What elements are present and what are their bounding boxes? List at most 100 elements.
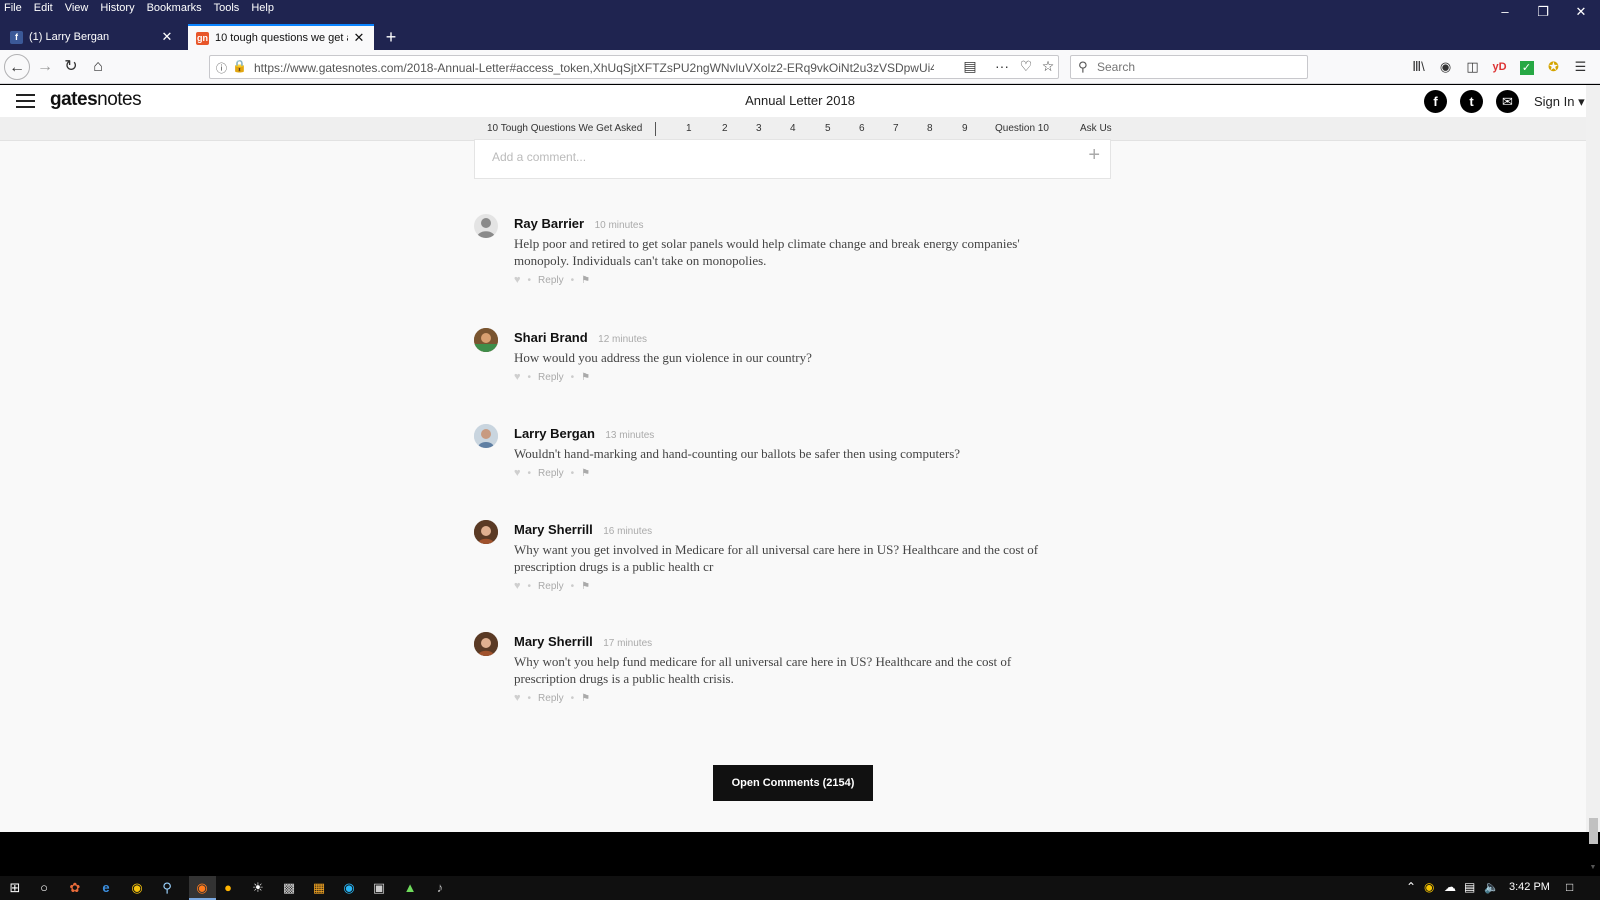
reader-view-icon[interactable]: ▤ [960,58,980,75]
back-button[interactable]: ← [4,54,30,80]
like-heart-icon[interactable]: ♥ [514,371,521,383]
page-actions-icon[interactable]: ··· [992,58,1012,74]
like-heart-icon[interactable]: ♥ [514,692,521,704]
firefox-icon[interactable]: ◉ [194,880,210,896]
extension-icon[interactable]: ✪ [1540,57,1567,77]
new-tab-button[interactable]: + [380,26,402,48]
reply-link[interactable]: Reply [538,693,564,704]
menu-view[interactable]: View [59,0,95,18]
close-tab-icon[interactable]: ✕ [160,29,174,45]
chapter-8[interactable]: 8 [927,123,933,134]
package-app-icon[interactable]: ▦ [311,880,327,896]
chapter-3[interactable]: 3 [756,123,762,134]
url-bar[interactable]: ⓘ 🔒 https://www.gatesnotes.com/2018-Annu… [209,55,1059,79]
action-center-icon[interactable]: □ [1566,880,1573,894]
chapter-2[interactable]: 2 [722,123,728,134]
reply-link[interactable]: Reply [538,372,564,383]
search-box[interactable]: ⚲ [1070,55,1308,79]
search-input[interactable] [1097,59,1297,75]
reply-link[interactable]: Reply [538,581,564,592]
reload-button[interactable]: ↻ [58,54,84,80]
taskbar-clock[interactable]: 3:42 PM [1509,881,1550,893]
avatar[interactable] [474,520,498,544]
tab-larry-bergan[interactable]: f (1) Larry Bergan ✕ [2,24,182,50]
chapter-6[interactable]: 6 [859,123,865,134]
like-heart-icon[interactable]: ♥ [514,467,521,479]
sidebar-icon[interactable]: ◫ [1459,57,1486,77]
home-icon[interactable]: ⌂ [85,54,111,80]
close-tab-icon[interactable]: ✕ [352,30,366,46]
site-logo[interactable]: gatesnotes [50,89,142,111]
minimize-button[interactable]: – [1486,0,1524,24]
pocket-icon[interactable]: ♡ [1016,58,1036,75]
menu-edit[interactable]: Edit [28,0,59,18]
page-scrollbar[interactable] [1586,85,1600,832]
chapter-7[interactable]: 7 [893,123,899,134]
avatar[interactable] [474,214,498,238]
chapter-5[interactable]: 5 [825,123,831,134]
flag-icon[interactable]: ⚑ [581,581,590,592]
windows-start-icon[interactable]: ⊞ [7,880,23,896]
chapter-ask-us[interactable]: Ask Us [1080,123,1112,134]
sync-icon[interactable]: ◉ [1432,57,1459,77]
skype-app-icon[interactable]: ◉ [341,880,357,896]
chapter-nav-title[interactable]: 10 Tough Questions We Get Asked [487,123,642,134]
chapter-9[interactable]: 9 [962,123,968,134]
paint-app-icon[interactable]: ✿ [67,880,83,896]
close-window-button[interactable]: ✕ [1562,0,1600,24]
youtube-downloader-icon[interactable]: yD [1486,57,1513,77]
flag-icon[interactable]: ⚑ [581,372,590,383]
menu-icon[interactable]: ☰ [1567,57,1594,77]
email-icon[interactable]: ✉ [1496,90,1519,113]
comment-author[interactable]: Ray Barrier [514,216,584,231]
hamburger-menu-icon[interactable] [16,94,35,108]
comment-author[interactable]: Mary Sherrill [514,522,593,537]
reply-link[interactable]: Reply [538,275,564,286]
scroll-down-icon[interactable]: ▼ [1586,864,1600,871]
cortana-icon[interactable]: ○ [36,880,52,896]
brightness-app-icon[interactable]: ☀ [250,880,266,896]
volume-icon[interactable]: 🔈 [1484,880,1499,894]
checkmark-extension-icon[interactable]: ✓ [1513,57,1540,77]
comment-author[interactable]: Shari Brand [514,330,588,345]
reply-link[interactable]: Reply [538,468,564,479]
tray-chevron-icon[interactable]: ⌃ [1406,880,1416,894]
lock-icon[interactable]: 🔒 [232,59,247,73]
bookmark-star-icon[interactable]: ☆ [1038,58,1058,75]
avatar[interactable] [474,424,498,448]
menu-help[interactable]: Help [245,0,280,18]
chapter-question-10[interactable]: Question 10 [995,123,1049,134]
menu-history[interactable]: History [94,0,140,18]
info-icon[interactable]: ⓘ [216,60,227,76]
add-comment-plus-icon[interactable]: + [1088,144,1100,167]
chapter-4[interactable]: 4 [790,123,796,134]
flag-icon[interactable]: ⚑ [581,693,590,704]
menu-bookmarks[interactable]: Bookmarks [141,0,208,18]
tab-gatesnotes[interactable]: gn 10 tough questions we get ask ✕ [188,24,374,50]
avatar[interactable] [474,328,498,352]
flag-icon[interactable]: ⚑ [581,468,590,479]
app-icon[interactable]: ● [220,880,236,896]
comment-author[interactable]: Larry Bergan [514,426,595,441]
scrollbar-thumb[interactable] [1589,818,1598,844]
menu-tools[interactable]: Tools [208,0,246,18]
like-heart-icon[interactable]: ♥ [514,274,521,286]
chapter-1[interactable]: 1 [686,123,692,134]
twitter-icon[interactable]: t [1460,90,1483,113]
library-icon[interactable]: Ⅲ\ [1405,57,1432,77]
chart-app-icon[interactable]: ▲ [402,880,418,896]
avatar[interactable] [474,632,498,656]
chrome-icon[interactable]: ◉ [129,880,145,896]
open-comments-button[interactable]: Open Comments (2154) [713,765,873,801]
network-icon[interactable]: ▤ [1464,880,1475,894]
tray-shield-icon[interactable]: ◉ [1424,880,1434,894]
add-comment-box[interactable]: Add a comment... + [474,139,1111,179]
comment-author[interactable]: Mary Sherrill [514,634,593,649]
like-heart-icon[interactable]: ♥ [514,580,521,592]
search-app-icon[interactable]: ⚲ [159,880,175,896]
facebook-icon[interactable]: f [1424,90,1447,113]
menu-file[interactable]: File [0,0,28,18]
flag-icon[interactable]: ⚑ [581,275,590,286]
restore-button[interactable]: ❐ [1524,0,1562,24]
terminal-app-icon[interactable]: ▣ [371,880,387,896]
